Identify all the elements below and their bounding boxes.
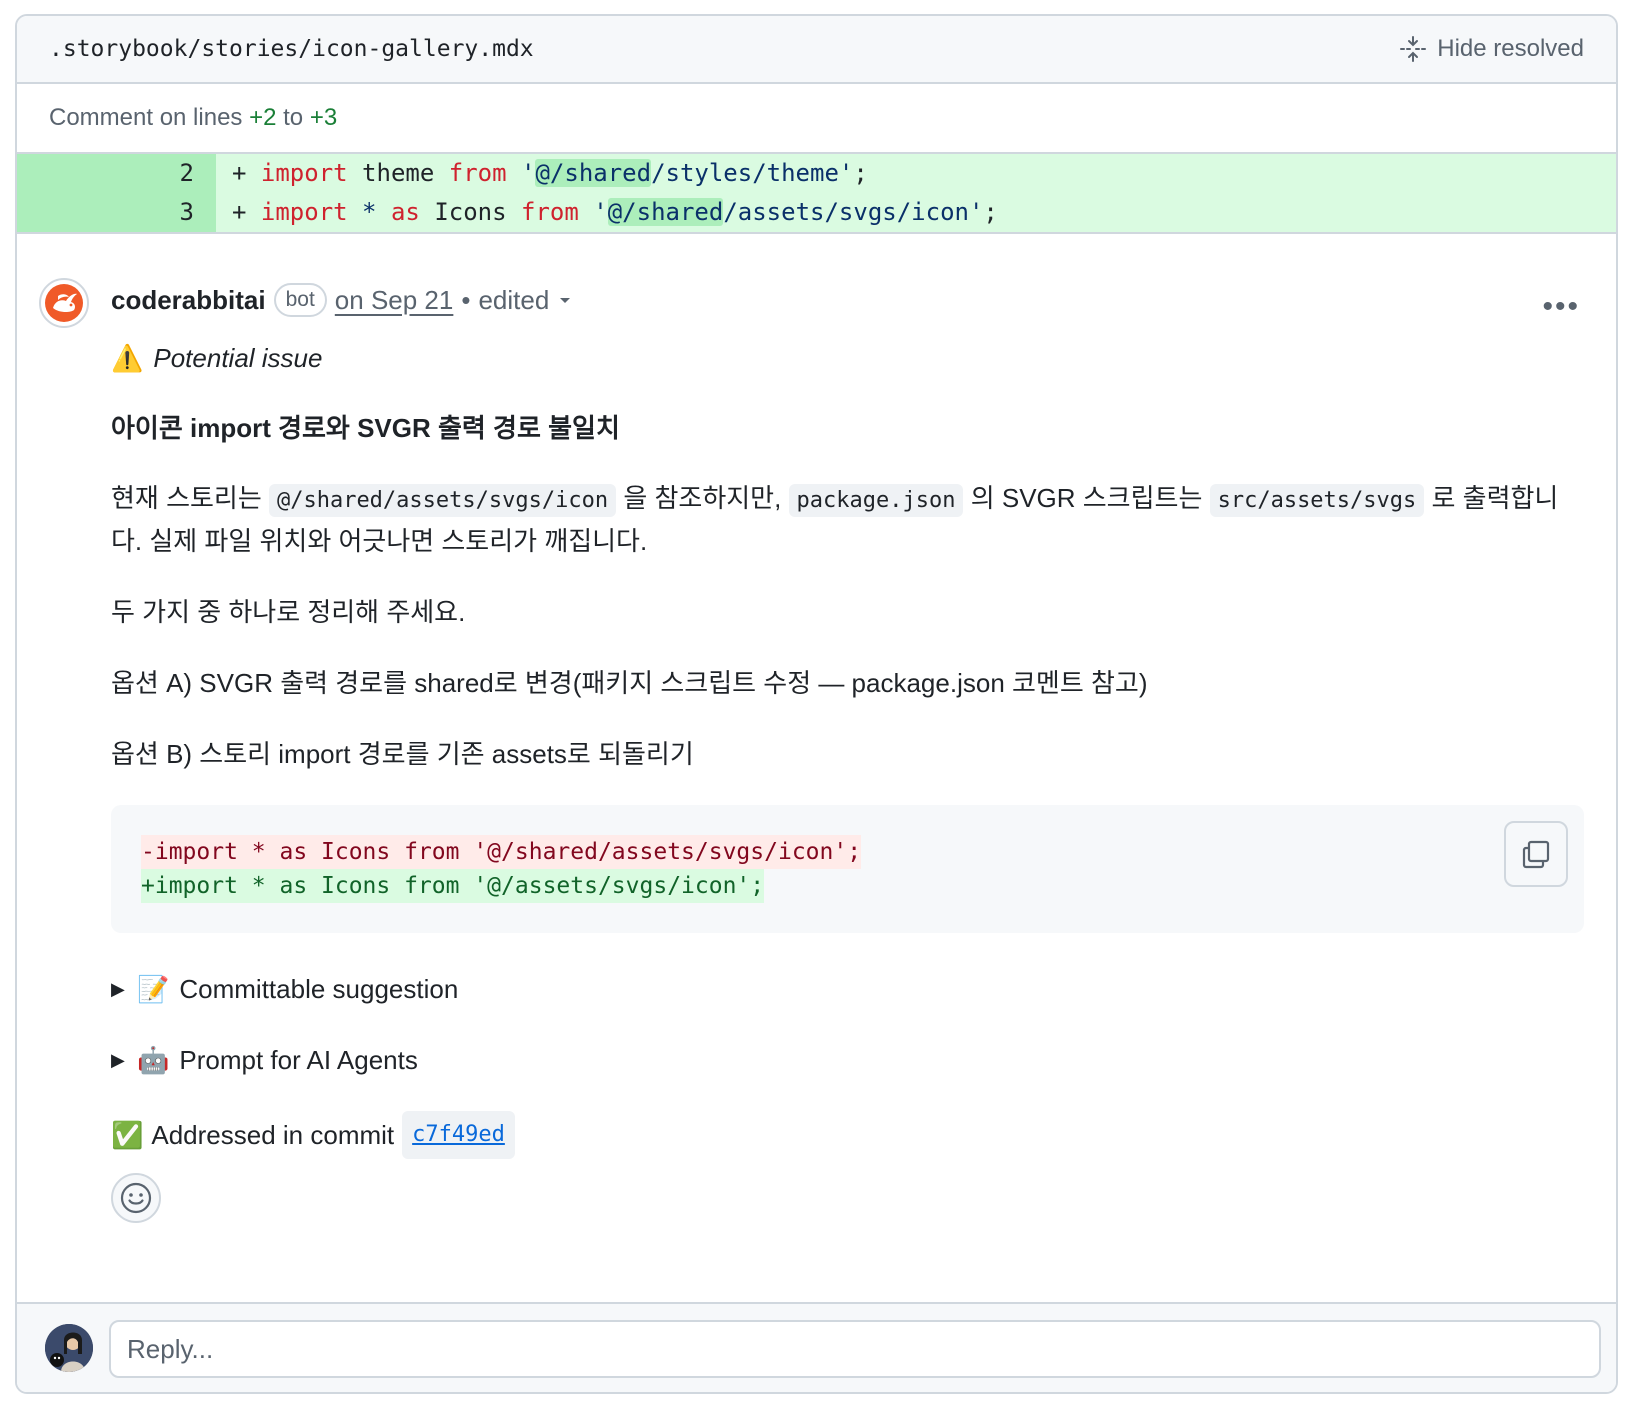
inline-code: @/shared/assets/svgs/icon <box>268 484 617 517</box>
diff-line: 2 + import theme from '@/shared/styles/t… <box>17 154 1616 193</box>
description-paragraph: 현재 스토리는 @/shared/assets/svgs/icon 을 참조하지… <box>111 483 1559 556</box>
details-label: Committable suggestion <box>179 974 459 1004</box>
line-to-word: to <box>283 104 304 131</box>
edited-label: edited <box>478 284 550 315</box>
potential-issue-label: Potential issue <box>153 343 323 373</box>
addressed-note: ✅ Addressed in commit c7f49ed <box>111 1111 1584 1159</box>
instruction-paragraph: 두 가지 중 하나로 정리해 주세요. <box>111 597 466 627</box>
removed-line: -import * as Icons from '@/shared/assets… <box>141 835 862 869</box>
rabbit-icon <box>45 284 83 322</box>
triangle-right-icon: ▶ <box>111 1050 125 1070</box>
comment-date[interactable]: on Sep 21 <box>335 285 454 316</box>
bot-badge: bot <box>273 283 327 317</box>
diff-code: + import theme from '@/shared/styles/the… <box>216 154 1616 193</box>
triangle-down-icon <box>560 298 571 303</box>
copy-icon <box>1522 840 1550 869</box>
review-comment: coderabbitai bot on Sep 21 • edited ••• … <box>17 234 1616 1223</box>
smiley-icon <box>120 1182 152 1214</box>
check-icon: ✅ <box>111 1120 144 1150</box>
coderabbit-avatar[interactable] <box>39 278 89 328</box>
separator: • <box>461 284 471 315</box>
comment-lines-prefix: Comment on lines <box>49 104 243 131</box>
line-to: +3 <box>309 104 338 131</box>
add-reaction-button[interactable] <box>111 1173 161 1223</box>
diff-code-block: -import * as Icons from '@/shared/assets… <box>111 805 1584 933</box>
file-header: .storybook/stories/icon-gallery.mdx Hide… <box>17 16 1616 84</box>
kebab-horizontal-icon[interactable]: ••• <box>1542 290 1580 324</box>
robot-icon: 🤖 <box>137 1045 170 1075</box>
hide-resolved-label: Hide resolved <box>1437 35 1584 62</box>
copy-button[interactable] <box>1504 821 1568 887</box>
added-line: +import * as Icons from '@/assets/svgs/i… <box>141 869 765 903</box>
potential-issue: ⚠️ Potential issue <box>111 338 1584 378</box>
user-avatar-icon <box>45 1324 93 1372</box>
file-path[interactable]: .storybook/stories/icon-gallery.mdx <box>49 36 534 62</box>
ai-prompt-toggle[interactable]: ▶ 🤖 Prompt for AI Agents <box>111 1040 1584 1080</box>
review-thread: .storybook/stories/icon-gallery.mdx Hide… <box>15 14 1618 1394</box>
inline-code: package.json <box>788 484 964 517</box>
triangle-right-icon: ▶ <box>111 979 125 999</box>
diff-hunk: 2 + import theme from '@/shared/styles/t… <box>17 152 1616 234</box>
committable-suggestion-toggle[interactable]: ▶ 📝 Committable suggestion <box>111 969 1584 1009</box>
comment-body: ⚠️ Potential issue 아이콘 import 경로와 SVGR 출… <box>111 338 1584 1223</box>
memo-icon: 📝 <box>137 974 170 1004</box>
line-from: +2 <box>249 104 277 131</box>
comment-lines-label: Comment on lines +2 to +3 <box>17 84 1616 152</box>
reply-input[interactable] <box>109 1320 1601 1378</box>
user-avatar[interactable] <box>45 1324 93 1372</box>
fold-icon <box>1400 36 1427 62</box>
addressed-label: Addressed in commit <box>151 1120 395 1150</box>
inline-code: src/assets/svgs <box>1209 484 1425 517</box>
comment-header: coderabbitai bot on Sep 21 • edited <box>111 274 1584 326</box>
author-name[interactable]: coderabbitai <box>111 285 266 316</box>
diff-code: + import * as Icons from '@/shared/asset… <box>216 193 1616 232</box>
warning-icon: ⚠️ <box>111 343 144 373</box>
hide-resolved-button[interactable]: Hide resolved <box>1399 35 1584 63</box>
reply-bar <box>17 1302 1616 1392</box>
diff-line: 3 + import * as Icons from '@/shared/ass… <box>17 193 1616 232</box>
edited-dropdown[interactable]: edited <box>478 285 573 316</box>
details-label: Prompt for AI Agents <box>179 1045 418 1075</box>
issue-heading: 아이콘 import 경로와 SVGR 출력 경로 불일치 <box>111 413 620 443</box>
line-number[interactable]: 3 <box>17 193 216 232</box>
option-a: 옵션 A) SVGR 출력 경로를 shared로 변경(패키지 스크립트 수정… <box>111 668 1148 698</box>
line-number[interactable]: 2 <box>17 154 216 193</box>
commit-link[interactable]: c7f49ed <box>402 1111 515 1159</box>
option-b: 옵션 B) 스토리 import 경로를 기존 assets로 되돌리기 <box>111 739 694 769</box>
